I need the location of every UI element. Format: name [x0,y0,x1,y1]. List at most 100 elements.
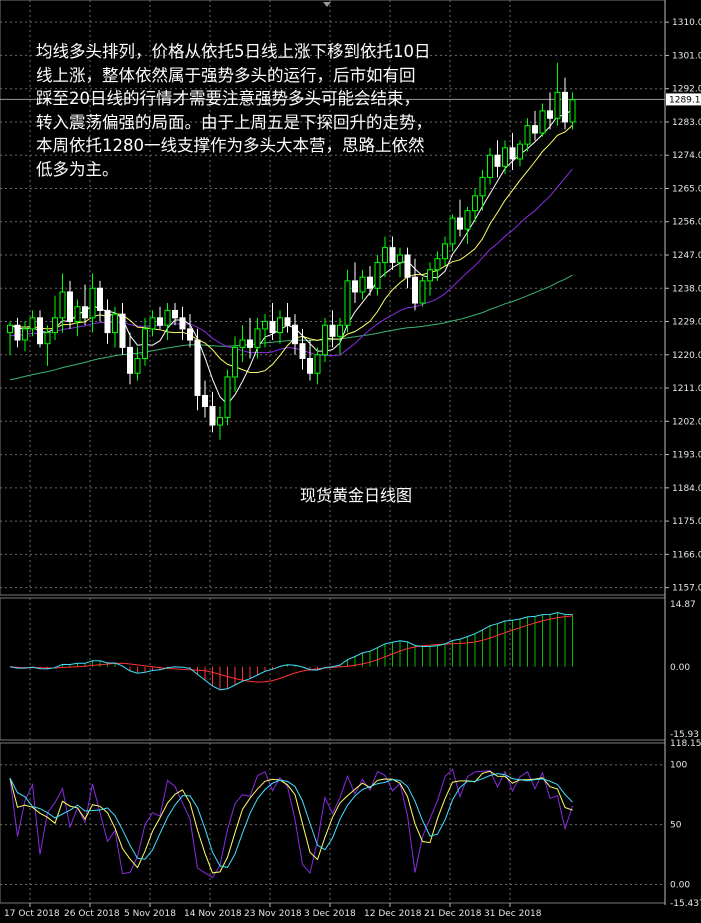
oscillator-tick-label: 0.00 [670,881,690,891]
price-tick-label: 1193.0 [672,451,701,461]
candle-body [457,217,463,230]
candle-body [179,317,186,330]
candle-body [262,321,268,330]
candle-body [232,346,238,378]
candle-body [67,291,73,323]
macd-tick-label: 14.87 [670,600,696,610]
candle-body [217,417,223,426]
candle-body [404,254,411,278]
date-tick-label: 12 Dec 2018 [364,909,422,919]
macd-main-line [9,612,573,691]
candle-body [292,324,298,345]
candle-body [157,317,163,326]
candle-body [172,309,178,319]
candle-body [89,287,96,319]
date-tick-label: 26 Oct 2018 [64,909,120,919]
candle-body [562,91,568,123]
price-tick-label: 1256.0 [672,218,701,228]
candle-body [554,91,561,119]
candle-body [464,210,471,230]
price-tick-label: 1274.0 [672,151,701,161]
candle-body [29,317,36,330]
candle-body [382,247,388,263]
candle-body [194,339,201,396]
candle-body [82,306,88,319]
price-tick-label: 1157.0 [672,584,701,594]
candle-body [532,125,538,134]
price-tick-label: 1310.0 [672,18,701,28]
current-price-label: 1289.1 [669,95,701,105]
price-tick-label: 1238.0 [672,284,701,294]
chart-title: 现货黄金日线图 [300,486,413,505]
candle-body [284,317,291,326]
price-tick-label: 1229.0 [672,318,701,328]
candle-body [59,291,66,319]
candle-body [269,321,276,334]
candle-body [164,309,171,326]
price-axis: 1310.0 1301.0 1292.0 1283.0 1274.0 1265.0 1256… [664,0,701,909]
price-tick-label: 1184.0 [672,484,701,494]
candle-body [104,309,111,334]
oscillator-tick-label: 100 [670,761,687,771]
candle-body [569,99,576,123]
macd-tick-label: 0.00 [670,663,690,673]
price-tick-label: 1175.0 [672,517,701,527]
candle-body [374,261,381,289]
candle-body [307,357,313,374]
oscillator-tick-label: 50 [670,821,682,831]
date-tick-label: 14 Nov 2018 [184,909,242,919]
price-tick-label: 1265.0 [672,184,701,194]
candle-body [359,276,366,293]
candle-body [7,324,13,334]
candle-body [329,324,336,337]
candle-body [419,280,426,304]
candle-body [224,376,231,419]
candle-body [74,306,81,323]
candle-body [239,339,246,348]
date-tick-label: 5 Nov 2018 [124,909,176,919]
candle-body [314,354,321,374]
candle-body [434,258,441,271]
candle-body [449,217,456,245]
oscillator-tick-label: -15.437 [670,899,701,909]
macd-signal-line [9,615,573,683]
candle-body [209,406,216,426]
candle-body [22,328,28,341]
oscillator-panel [9,768,573,879]
candle-body [247,339,253,348]
candle-body [547,110,553,119]
oscillator-tick-label: 118.154 [670,739,701,749]
price-tick-label: 1283.0 [672,118,701,128]
candle-body [352,280,358,293]
oscillator-line-fast [9,768,573,879]
candle-body [517,143,523,160]
candle-body [397,254,403,263]
candle-body [524,125,531,145]
date-tick-label: 17 Oct 2018 [4,909,60,919]
candle-body [14,324,21,341]
candle-body [539,110,546,134]
date-tick-label: 23 Nov 2018 [244,909,302,919]
candle-body [509,147,516,160]
date-tick-label: 31 Dec 2018 [484,909,542,919]
candle-body [187,328,193,341]
candle-body [337,324,343,337]
candle-body [277,317,283,334]
candle-body [112,313,118,334]
price-tick-label: 1166.0 [672,550,701,560]
oscillator-line-d [9,773,573,868]
candle-body [202,394,208,408]
price-tick-label: 1247.0 [672,251,701,261]
candle-body [427,269,433,282]
candle-body [52,317,58,334]
price-tick-label: 1301.0 [672,51,701,61]
date-tick-label: 3 Dec 2018 [304,909,356,919]
candle-body [149,317,156,330]
panel-frame [0,742,666,904]
date-tick-label: 21 Dec 2018 [424,909,482,919]
candle-body [119,313,126,348]
candle-body [37,317,43,345]
candle-body [367,276,373,289]
price-tick-label: 1211.0 [672,384,701,394]
analysis-note: 均线多头排列，价格从依托5日线上涨下移到依托10日 线上涨，整体依然属于强势多头… [36,42,432,179]
